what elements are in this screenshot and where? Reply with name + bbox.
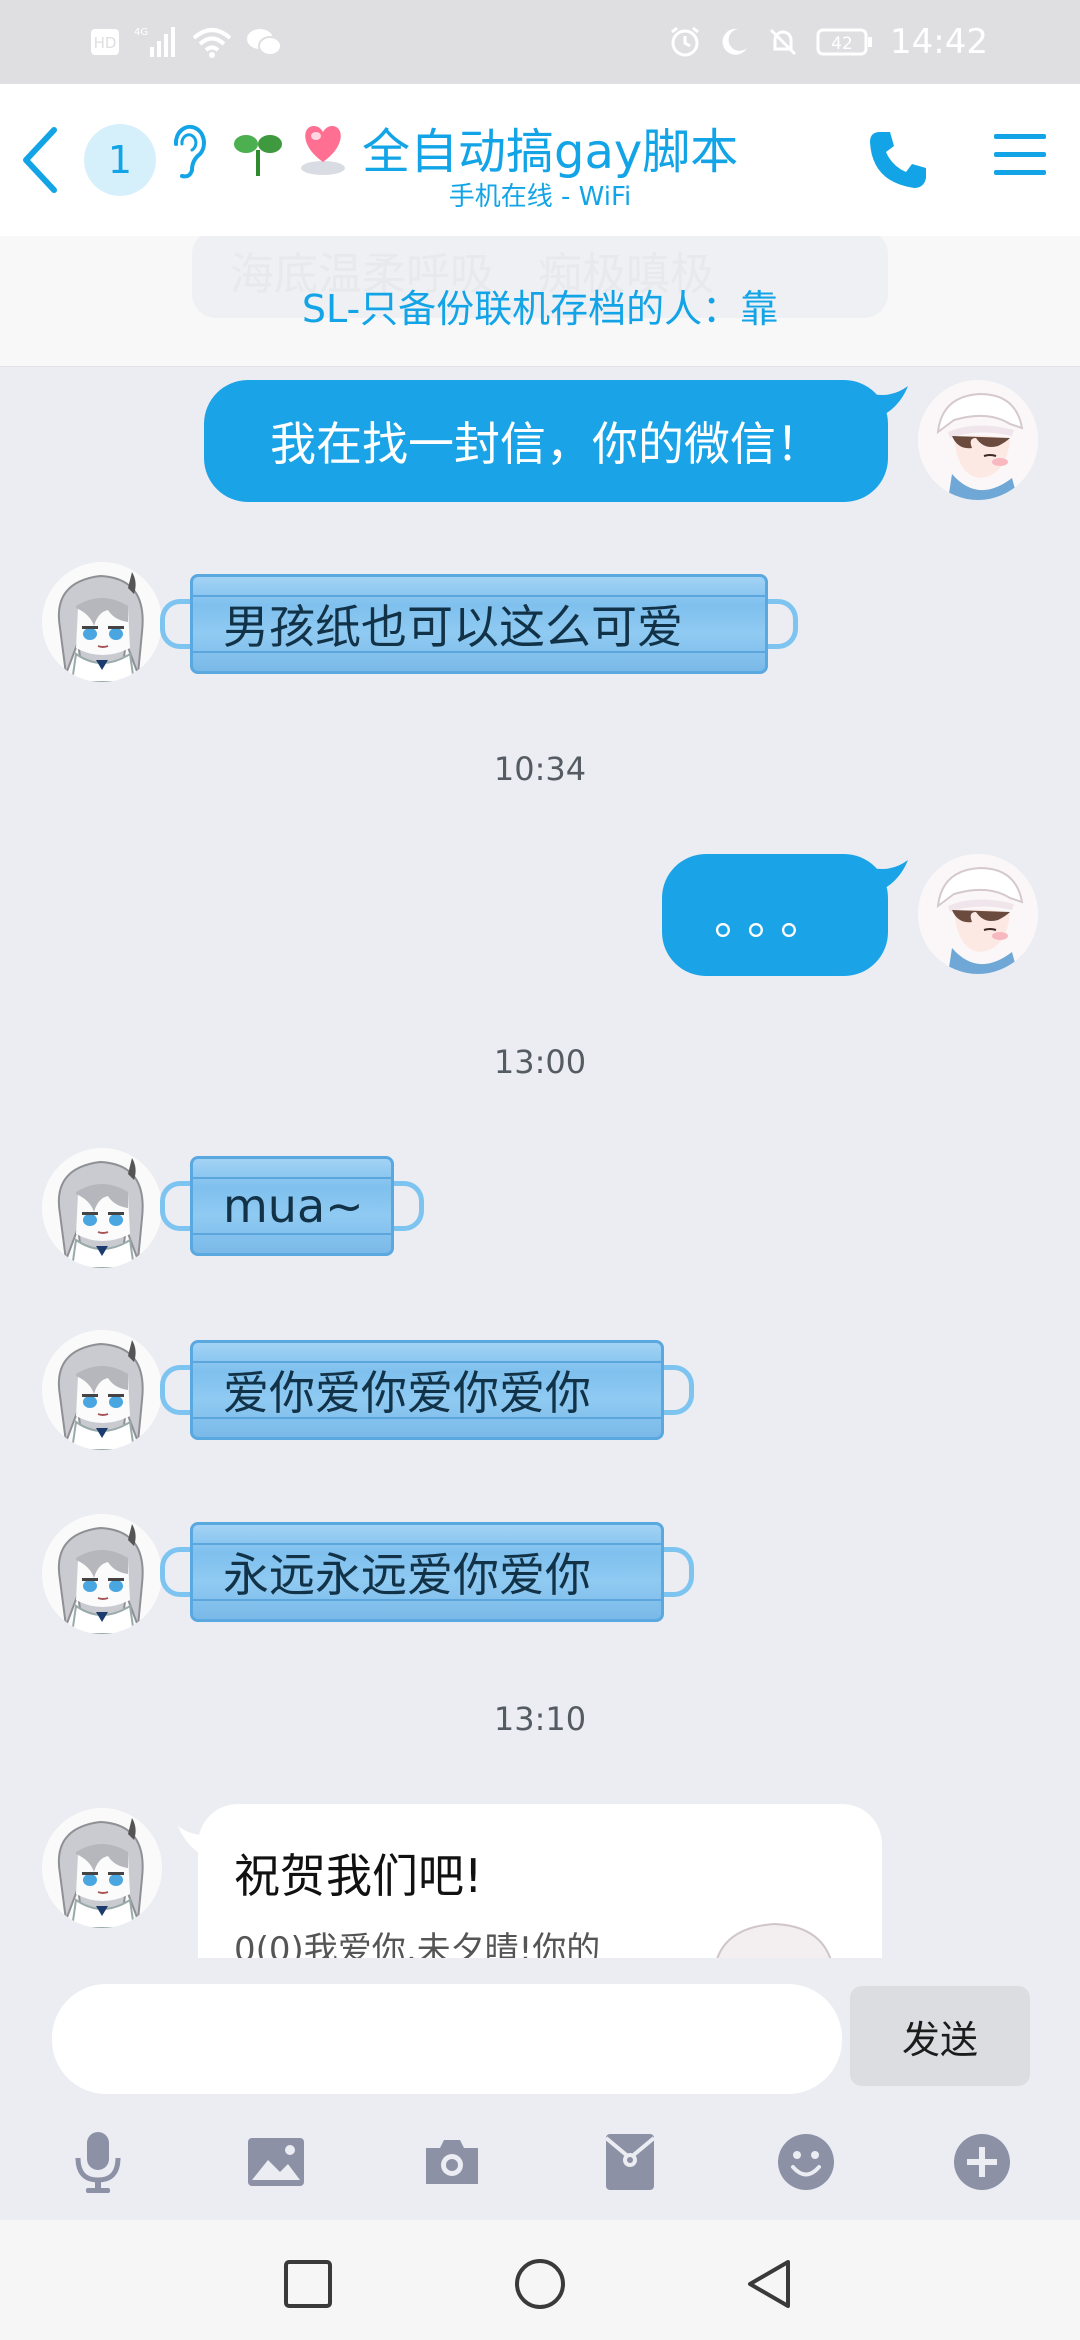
microphone-icon bbox=[75, 2132, 121, 2193]
friend-avatar[interactable] bbox=[42, 1330, 162, 1450]
outgoing-message[interactable]: 。。。 bbox=[662, 854, 888, 976]
friend-avatar[interactable] bbox=[42, 1514, 162, 1634]
my-avatar[interactable] bbox=[918, 854, 1038, 974]
image-button[interactable] bbox=[244, 2130, 308, 2194]
hd-icon: HD bbox=[90, 28, 120, 56]
svg-text:HD: HD bbox=[94, 34, 117, 52]
status-left-icons: HD 4G bbox=[90, 22, 282, 62]
chat-header: 1 全自动搞gay脚本 手机在线 - WiFi bbox=[0, 84, 1080, 236]
wechat-icon bbox=[246, 27, 282, 57]
svg-text:4G: 4G bbox=[134, 27, 148, 38]
home-circle-icon[interactable] bbox=[512, 2256, 568, 2312]
signal-icon: 4G bbox=[134, 25, 178, 59]
heart-icon bbox=[296, 118, 350, 178]
mute-icon bbox=[766, 25, 800, 59]
message-input[interactable] bbox=[52, 1984, 842, 2094]
clock-time: 14:42 bbox=[890, 22, 988, 62]
phone-icon bbox=[870, 132, 926, 188]
chat-toolbar bbox=[0, 2102, 1080, 2220]
recents-square-icon[interactable] bbox=[280, 2256, 336, 2312]
timestamp: 10:34 bbox=[493, 750, 587, 788]
timestamp: 13:00 bbox=[493, 1043, 587, 1081]
group-banner[interactable]: 海底温柔呼吸 痴极嗔极 SL-只备份联机存档的人：靠 bbox=[0, 236, 1080, 367]
incoming-message[interactable]: 男孩纸也可以这么可爱 bbox=[160, 574, 798, 674]
plus-icon bbox=[954, 2134, 1010, 2190]
emoji-icon bbox=[778, 2134, 834, 2190]
card-title: 祝贺我们吧! bbox=[234, 1849, 483, 1903]
back-triangle-icon[interactable] bbox=[742, 2256, 798, 2312]
camera-button[interactable] bbox=[420, 2130, 484, 2194]
sprout-icon bbox=[232, 126, 284, 178]
more-button[interactable] bbox=[950, 2130, 1014, 2194]
voice-button[interactable] bbox=[66, 2130, 130, 2194]
message-text: 永远永远爱你爱你 bbox=[190, 1522, 664, 1622]
message-text: 男孩纸也可以这么可爱 bbox=[190, 574, 768, 674]
status-bar: HD 4G 42 14:42 bbox=[0, 0, 1080, 84]
red-packet-icon bbox=[604, 2134, 656, 2190]
bubble-tail-icon bbox=[872, 860, 908, 890]
message-text: 爱你爱你爱你爱你 bbox=[190, 1340, 664, 1440]
menu-button[interactable] bbox=[992, 130, 1048, 180]
incoming-message[interactable]: 爱你爱你爱你爱你 bbox=[160, 1340, 694, 1440]
outgoing-message[interactable]: 我在找一封信，你的微信！ bbox=[204, 380, 888, 502]
phone-call-button[interactable] bbox=[866, 126, 932, 192]
incoming-message[interactable]: 永远永远爱你爱你 bbox=[160, 1522, 694, 1622]
send-button[interactable]: 发送 bbox=[850, 1986, 1030, 2086]
svg-text:42: 42 bbox=[831, 34, 853, 54]
card-thumbnail bbox=[716, 1922, 832, 1958]
friend-avatar[interactable] bbox=[42, 562, 162, 682]
chat-title: 全自动搞gay脚本 bbox=[362, 124, 739, 180]
input-bar: 发送 bbox=[0, 1962, 1080, 2102]
camera-icon bbox=[426, 2140, 478, 2184]
hamburger-menu-icon bbox=[994, 134, 1046, 175]
bubble-tail-icon bbox=[872, 386, 908, 416]
battery-icon: 42 bbox=[816, 27, 874, 57]
status-right-icons: 42 14:42 bbox=[668, 18, 988, 66]
timestamp: 13:10 bbox=[493, 1700, 587, 1738]
alarm-icon bbox=[668, 25, 702, 59]
card-preview: 0(0)我爱你,未夕晴!你的 bbox=[234, 1930, 601, 1958]
message-text: 。。。 bbox=[714, 891, 836, 945]
my-avatar[interactable] bbox=[918, 380, 1038, 500]
shared-link-card[interactable]: 祝贺我们吧! 0(0)我爱你,未夕晴!你的 bbox=[198, 1804, 882, 1958]
message-text: 我在找一封信，你的微信！ bbox=[270, 417, 822, 471]
friend-avatar[interactable] bbox=[42, 1148, 162, 1268]
red-packet-button[interactable] bbox=[598, 2130, 662, 2194]
moon-icon bbox=[718, 26, 750, 58]
banner-text: SL-只备份联机存档的人：靠 bbox=[301, 287, 779, 331]
message-text: mua~ bbox=[190, 1156, 394, 1256]
ear-icon[interactable] bbox=[166, 122, 210, 182]
incoming-message[interactable]: mua~ bbox=[160, 1156, 424, 1256]
emoji-button[interactable] bbox=[774, 2130, 838, 2194]
wifi-icon bbox=[192, 26, 232, 58]
system-nav-bar bbox=[0, 2220, 1080, 2340]
image-icon bbox=[248, 2138, 304, 2186]
friend-avatar[interactable] bbox=[42, 1808, 162, 1928]
